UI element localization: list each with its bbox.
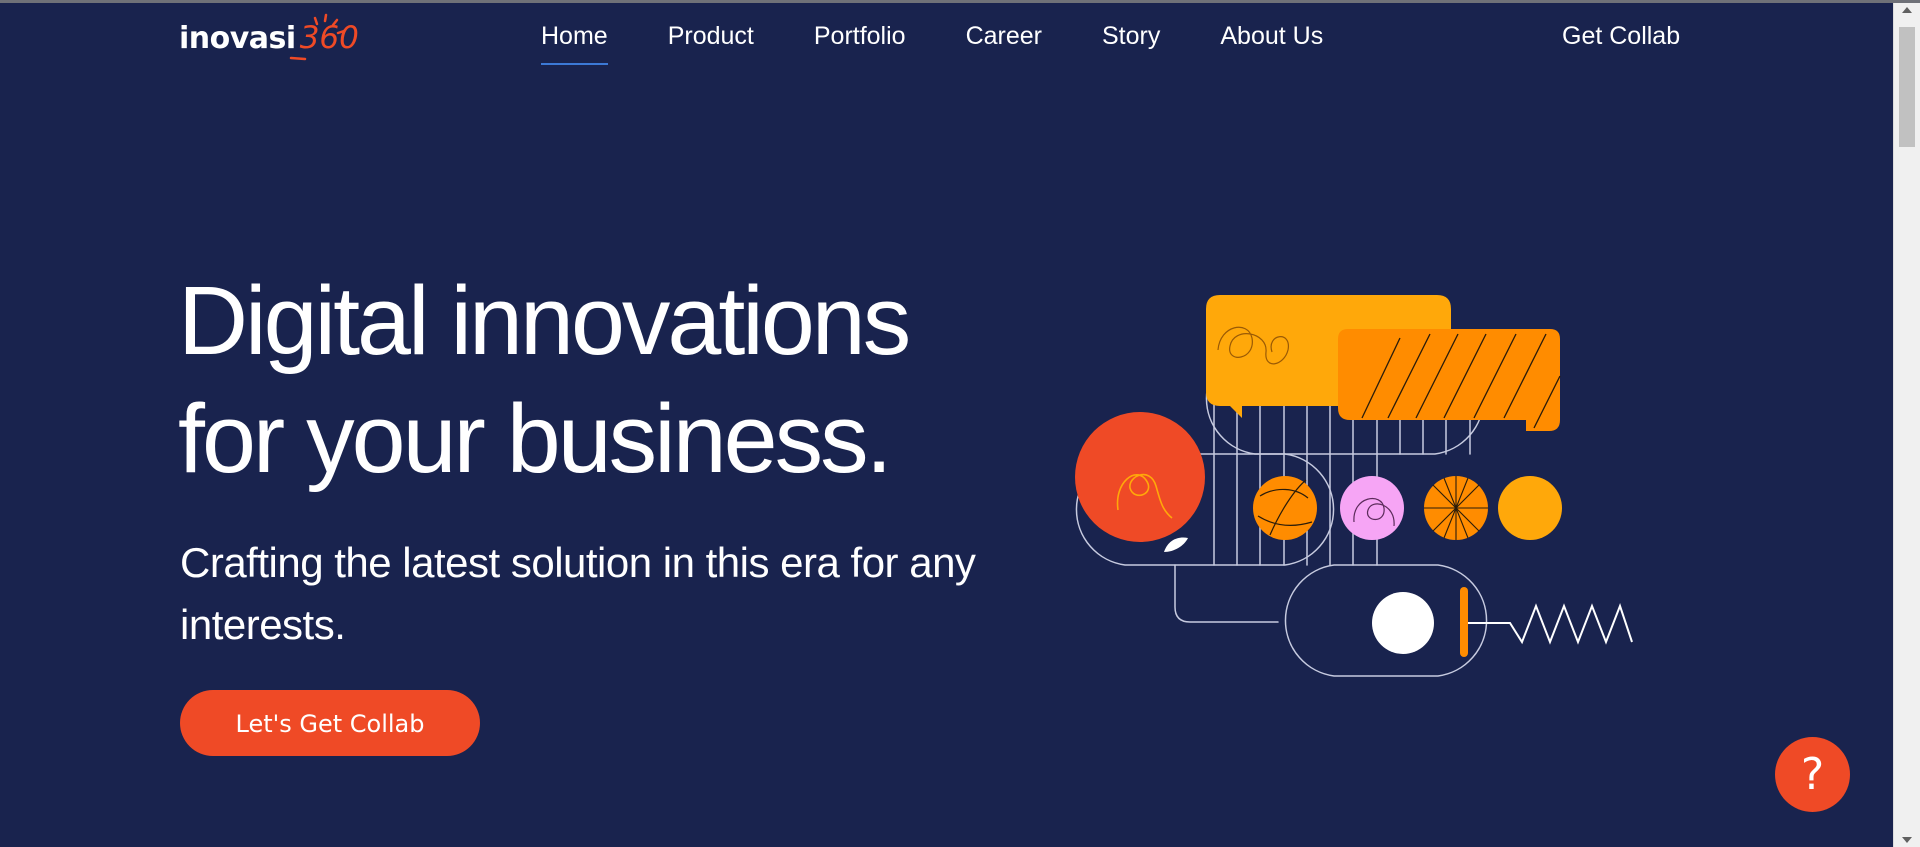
nav-item-story[interactable]: Story bbox=[1102, 22, 1160, 61]
scroll-up-arrow-icon[interactable] bbox=[1902, 7, 1912, 13]
lets-get-collab-button[interactable]: Let's Get Collab bbox=[180, 690, 480, 756]
hero-subtitle: Crafting the latest solution in this era… bbox=[180, 539, 976, 648]
help-label: ? bbox=[1800, 749, 1825, 800]
nav-item-product[interactable]: Product bbox=[668, 22, 754, 61]
hero-title-line-2: for your business. bbox=[178, 384, 893, 493]
brand-logo[interactable]: inovasi 360 bbox=[179, 12, 359, 64]
page-scrollbar[interactable] bbox=[1893, 3, 1920, 847]
hero-illustration bbox=[1075, 295, 1633, 677]
scroll-down-arrow-icon[interactable] bbox=[1902, 837, 1912, 843]
nav-item-about-us[interactable]: About Us bbox=[1220, 22, 1323, 61]
nav-item-career[interactable]: Career bbox=[966, 22, 1042, 61]
hero-title-line-1: Digital innovations bbox=[178, 266, 911, 375]
scroll-thumb[interactable] bbox=[1899, 27, 1915, 147]
nav-item-portfolio[interactable]: Portfolio bbox=[814, 22, 906, 61]
hero-title: Digital innovations for your business. bbox=[178, 262, 1078, 498]
window-top-border bbox=[0, 0, 1920, 3]
main-nav: Home Product Portfolio Career Story Abou… bbox=[541, 22, 1383, 65]
sun-rays-icon bbox=[289, 13, 346, 61]
get-collab-link[interactable]: Get Collab bbox=[1562, 22, 1680, 51]
help-button[interactable]: ? bbox=[1775, 737, 1850, 812]
nav-item-home[interactable]: Home bbox=[541, 22, 608, 65]
